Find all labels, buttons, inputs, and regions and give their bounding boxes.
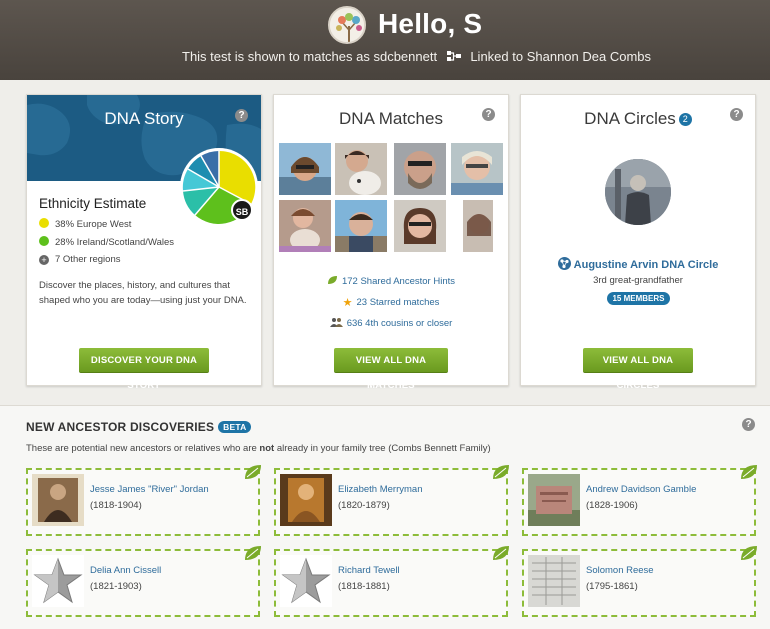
ancestor-name[interactable]: Delia Ann Cissell <box>90 565 161 576</box>
new-ancestor-discoveries-section: NEW ANCESTOR DISCOVERIES BETA ? These are… <box>0 405 770 629</box>
shown-as-text: This test is shown to matches as sdcbenn… <box>182 49 438 64</box>
green-dot-icon <box>39 236 49 246</box>
leaf-hint-icon <box>493 546 509 560</box>
ancestor-card[interactable]: Andrew Davidson Gamble (1828-1906) <box>522 465 757 536</box>
greeting: Hello, S <box>378 8 483 39</box>
people-icon <box>329 318 343 327</box>
ancestor-name[interactable]: Richard Tewell <box>338 565 400 576</box>
ancestor-portrait <box>32 474 84 526</box>
circle-count-badge: 2 <box>678 113 692 126</box>
view-all-dna-matches-button[interactable]: VIEW ALL DNA MATCHES <box>334 348 448 391</box>
leaf-hint-icon <box>741 465 757 479</box>
plus-icon: + <box>39 255 49 265</box>
ancestor-card[interactable]: Elizabeth Merryman (1820-1879) <box>274 465 509 536</box>
default-star-portrait <box>280 555 332 607</box>
help-icon[interactable]: ? <box>235 109 248 122</box>
ancestor-name[interactable]: Andrew Davidson Gamble <box>586 484 696 495</box>
user-initials-badge: SB <box>231 199 253 221</box>
match-photo[interactable] <box>394 143 446 195</box>
user-avatar[interactable] <box>328 6 366 44</box>
ancestor-name[interactable]: Jesse James "River" Jordan <box>90 484 209 495</box>
other-regions-toggle[interactable]: +7 Other regions <box>39 254 120 265</box>
dna-story-title: DNA Story <box>104 109 184 128</box>
test-share-info: This test is shown to matches as sdcbenn… <box>182 49 651 64</box>
ancestor-card[interactable]: Richard Tewell (1818-1881) <box>274 546 509 617</box>
ancestor-dates: (1795-1861) <box>586 581 638 592</box>
leaf-hint-icon <box>245 546 261 560</box>
dna-story-card: DNA Story ? SB Ethnicity Estimate 38% Eu… <box>26 94 262 391</box>
dna-story-description: Discover the places, history, and cultur… <box>39 280 247 306</box>
dna-matches-title: DNA Matches <box>339 109 443 128</box>
help-icon[interactable]: ? <box>482 108 495 121</box>
view-all-dna-circles-button[interactable]: VIEW ALL DNA CIRCLES <box>583 348 693 391</box>
dna-circle-icon <box>557 257 571 270</box>
fourth-cousins-link[interactable]: 636 4th cousins or closer <box>274 317 508 329</box>
ancestor-card[interactable]: Solomon Reese (1795-1861) <box>522 546 757 617</box>
ancestor-name[interactable]: Elizabeth Merryman <box>338 484 422 495</box>
section-description: These are potential new ancestors or rel… <box>26 443 491 454</box>
ancestor-portrait <box>280 474 332 526</box>
ancestor-circle-photo[interactable] <box>605 159 671 225</box>
ancestor-dates: (1820-1879) <box>338 500 390 511</box>
ancestor-gravestone-photo <box>528 474 580 526</box>
match-photo[interactable] <box>335 143 387 195</box>
match-photo[interactable] <box>335 200 387 252</box>
dna-circles-title: DNA Circles 2 <box>521 109 755 129</box>
ancestor-dates: (1818-1904) <box>90 500 142 511</box>
help-icon[interactable]: ? <box>730 108 743 121</box>
ancestor-name[interactable]: Solomon Reese <box>586 565 654 576</box>
match-photo[interactable] <box>279 200 331 252</box>
match-photo[interactable] <box>394 200 446 252</box>
ancestor-card[interactable]: Jesse James "River" Jordan (1818-1904) <box>26 465 261 536</box>
leaf-hint-icon <box>245 465 261 479</box>
section-title: NEW ANCESTOR DISCOVERIES BETA <box>26 420 252 434</box>
members-badge[interactable]: 15 MEMBERS <box>607 292 670 305</box>
shared-ancestor-hints-link[interactable]: 172 Shared Ancestor Hints <box>274 275 508 287</box>
dna-circles-card: DNA Circles 2 ? Augustine Arvin DNA Circl… <box>520 94 756 391</box>
starred-matches-link[interactable]: ★ 23 Starred matches <box>274 296 508 309</box>
page-header: Hello, S This test is shown to matches a… <box>0 0 770 80</box>
yellow-dot-icon <box>39 218 49 228</box>
leaf-icon <box>327 276 337 284</box>
leaf-hint-icon <box>741 546 757 560</box>
ancestor-document-photo <box>528 555 580 607</box>
link-icon <box>446 51 461 61</box>
region-europe-west[interactable]: 38% Europe West <box>39 218 131 230</box>
leaf-hint-icon <box>493 465 509 479</box>
star-icon: ★ <box>342 297 353 309</box>
help-icon[interactable]: ? <box>742 418 755 431</box>
discover-dna-story-button[interactable]: DISCOVER YOUR DNA STORY <box>79 348 209 391</box>
region-ireland-scotland-wales[interactable]: 28% Ireland/Scotland/Wales <box>39 236 174 248</box>
beta-badge: BETA <box>218 421 252 433</box>
ancestor-dates: (1821-1903) <box>90 581 142 592</box>
dna-matches-card: DNA Matches ? 172 Shared Ancestor Hints … <box>273 94 509 391</box>
default-star-portrait <box>32 555 84 607</box>
ancestor-dates: (1828-1906) <box>586 500 638 511</box>
ancestor-dates: (1818-1881) <box>338 581 390 592</box>
match-photo[interactable] <box>463 200 493 252</box>
ethnicity-estimate-title: Ethnicity Estimate <box>39 196 147 211</box>
dna-circle-link[interactable]: Augustine Arvin DNA Circle <box>521 257 755 271</box>
relationship-text: 3rd great-grandfather <box>593 275 683 286</box>
ancestor-card[interactable]: Delia Ann Cissell (1821-1903) <box>26 546 261 617</box>
linked-to-text[interactable]: Linked to Shannon Dea Combs <box>470 49 651 64</box>
match-photo[interactable] <box>279 143 331 195</box>
match-photo[interactable] <box>451 143 503 195</box>
